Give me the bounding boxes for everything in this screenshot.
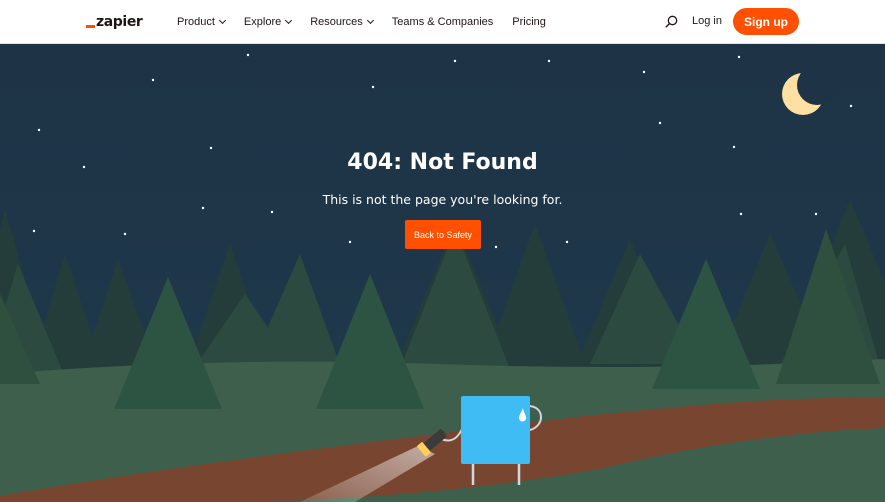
nav-product-label: Product [177, 16, 215, 28]
zapier-logo[interactable]: zapier [86, 12, 143, 32]
chevron-down-icon [366, 16, 374, 25]
nav-explore[interactable]: Explore [243, 16, 293, 28]
night-forest-illustration [0, 44, 885, 502]
search-icon[interactable] [665, 15, 678, 28]
nav-explore-label: Explore [243, 16, 282, 28]
top-navigation: zapier Product Explore Resources Teams &… [0, 0, 885, 44]
login-link[interactable]: Log in [692, 15, 722, 27]
nav-product[interactable]: Product [177, 16, 226, 28]
error-message: This is not the page you're looking for. [322, 192, 563, 207]
chevron-down-icon [218, 16, 226, 25]
chevron-down-icon [285, 16, 293, 25]
not-found-scene: 404: Not Found This is not the page you'… [0, 44, 885, 502]
nav-teams-companies[interactable]: Teams & Companies [392, 16, 494, 28]
page-title: 404: Not Found [347, 150, 538, 175]
nav-pricing[interactable]: Pricing [512, 16, 546, 28]
nav-teams-companies-label: Teams & Companies [391, 16, 494, 28]
nav-resources-label: Resources [310, 16, 363, 28]
signup-button[interactable]: Sign up [733, 8, 799, 35]
nav-resources[interactable]: Resources [310, 16, 374, 28]
logo-underscore-mark [86, 25, 95, 28]
back-to-safety-button[interactable]: Back to Safety [405, 220, 481, 249]
nav-pricing-label: Pricing [512, 16, 546, 28]
logo-text: zapier [96, 14, 143, 30]
main-nav: Product Explore Resources Teams & Compan… [177, 0, 565, 44]
